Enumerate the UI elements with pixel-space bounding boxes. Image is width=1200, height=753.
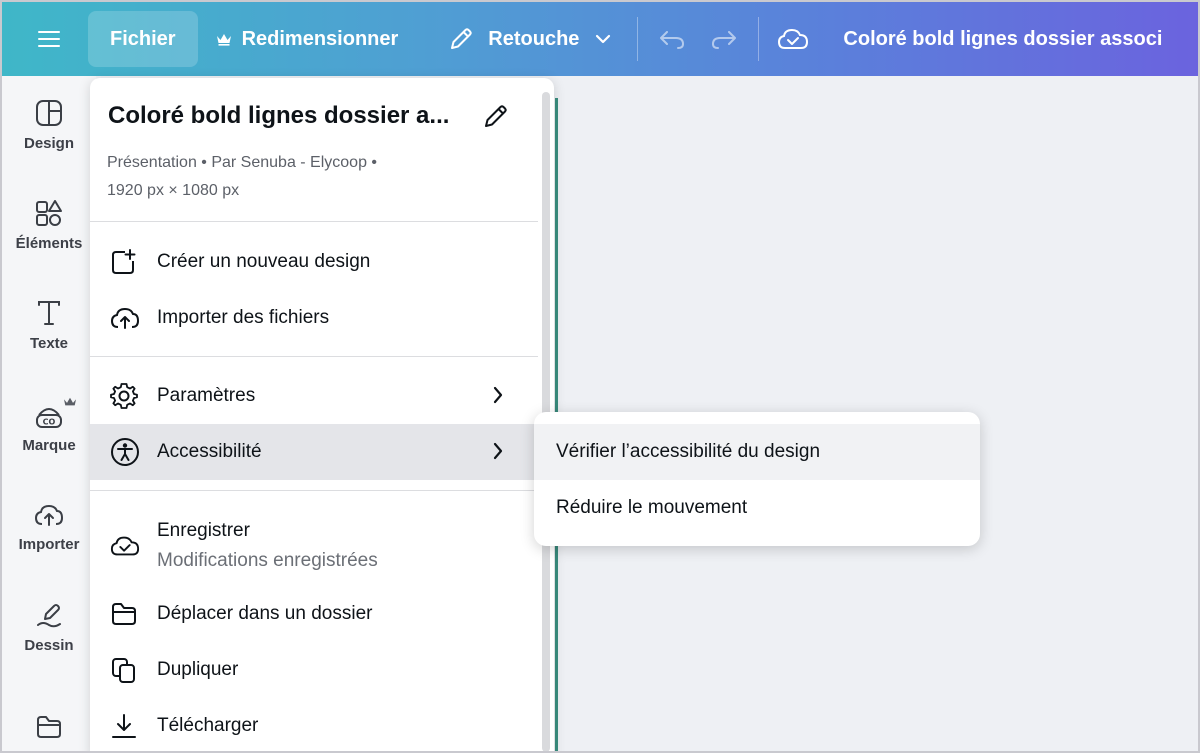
sidebar-item-label: Marque — [22, 436, 76, 454]
menu-item-label: Dupliquer — [157, 659, 239, 680]
menu-item-download[interactable]: Télécharger — [90, 698, 538, 751]
menu-item-duplicate[interactable]: Dupliquer — [90, 642, 538, 698]
file-menu: Coloré bold lignes dossier a... Présenta… — [90, 78, 554, 751]
menu-divider — [90, 490, 538, 491]
resize-label: Redimensionner — [241, 27, 399, 50]
saved-status-button[interactable] — [767, 11, 819, 67]
file-menu-button[interactable]: Fichier — [88, 11, 198, 67]
rename-button[interactable] — [482, 102, 510, 135]
design-meta-type: Présentation • Par Senuba - Elycoop • — [107, 154, 378, 171]
toolbar-divider — [637, 17, 639, 61]
resize-button[interactable]: Redimensionner — [198, 11, 417, 67]
toolbar-divider — [758, 17, 760, 61]
chevron-down-icon — [596, 34, 611, 44]
menu-item-settings[interactable]: Paramètres — [90, 368, 538, 424]
crown-icon — [216, 34, 231, 46]
hamburger-icon — [38, 31, 60, 47]
submenu-item-check-accessibility[interactable]: Vérifier l’accessibilité du design — [534, 424, 980, 480]
design-meta-size: 1920 px × 1080 px — [107, 182, 240, 199]
download-icon — [112, 714, 136, 738]
menu-item-label: Paramètres — [157, 385, 256, 406]
duplicate-icon — [112, 658, 135, 683]
menu-item-new-design[interactable]: Créer un nouveau design — [90, 234, 538, 290]
undo-button[interactable] — [646, 11, 698, 67]
redo-icon — [712, 31, 737, 49]
cloud-check-icon — [778, 28, 809, 49]
save-status-label: Modifications enregistrées — [157, 550, 378, 571]
sidebar-item-label: Dessin — [24, 636, 74, 654]
draw-icon — [37, 603, 61, 627]
top-bar: Fichier Redimensionner Retouche Coloré b… — [2, 2, 1198, 76]
sidebar-item-design[interactable]: Design — [2, 80, 96, 170]
sidebar-item-projects[interactable] — [2, 686, 96, 751]
cloud-check-icon — [110, 536, 140, 556]
sidebar-item-label: Importer — [18, 535, 80, 553]
sidebar-item-label: Design — [23, 134, 74, 152]
sidebar-item-label: Texte — [29, 334, 69, 352]
svg-text:CO: CO — [43, 417, 56, 426]
folder-icon — [37, 716, 61, 738]
sidebar-item-upload[interactable]: Importer — [2, 482, 96, 572]
retouch-button[interactable]: Retouche — [430, 11, 629, 67]
menu-divider — [90, 356, 538, 357]
chevron-right-icon — [493, 386, 503, 404]
design-title[interactable]: Coloré bold lignes dossier associ — [843, 28, 1162, 51]
shapes-icon — [36, 199, 62, 226]
pencil-icon — [485, 105, 507, 127]
brand-icon: CO — [36, 407, 62, 428]
submenu-item-reduce-motion[interactable]: Réduire le mouvement — [534, 480, 980, 536]
undo-icon — [660, 31, 685, 49]
menu-item-label: Créer un nouveau design — [157, 251, 371, 272]
sidebar-item-elements[interactable]: Éléments — [2, 180, 96, 270]
menu-item-accessibility[interactable]: Accessibilité — [90, 424, 538, 480]
sidebar-item-label: Éléments — [15, 234, 83, 252]
crown-icon — [64, 397, 76, 406]
app-window: Fichier Redimensionner Retouche Coloré b… — [2, 2, 1198, 751]
file-menu-label: Fichier — [110, 27, 176, 50]
menu-item-label: Accessibilité — [157, 441, 262, 462]
submenu-item-label: Réduire le mouvement — [556, 497, 748, 518]
save-text-group: Enregistrer Modifications enregistrées — [157, 516, 378, 576]
menu-item-import-files[interactable]: Importer des fichiers — [90, 290, 538, 346]
accessibility-icon — [111, 438, 139, 466]
menu-item-move-to-folder[interactable]: Déplacer dans un dossier — [90, 586, 538, 642]
cloud-upload-icon — [34, 504, 64, 526]
menu-item-label: Déplacer dans un dossier — [157, 603, 373, 624]
left-sidebar: Design Éléments Texte CO Marque Importer… — [2, 76, 96, 751]
sidebar-item-draw[interactable]: Dessin — [2, 582, 96, 672]
menu-item-label: Importer des fichiers — [157, 307, 330, 328]
retouch-label: Retouche — [488, 27, 580, 50]
new-design-icon — [112, 249, 136, 274]
sidebar-item-text[interactable]: Texte — [2, 280, 96, 370]
text-icon — [38, 300, 60, 325]
redo-button[interactable] — [698, 11, 750, 67]
pencil-icon — [451, 28, 472, 49]
menu-item-label: Enregistrer — [157, 520, 250, 541]
menu-divider — [90, 221, 538, 222]
submenu-item-label: Vérifier l’accessibilité du design — [556, 441, 821, 462]
menu-design-title: Coloré bold lignes dossier a... — [108, 102, 450, 129]
layout-icon — [36, 99, 62, 126]
gear-icon — [110, 383, 138, 409]
main-menu-button[interactable] — [2, 2, 96, 76]
chevron-right-icon — [493, 442, 503, 460]
folder-icon — [112, 603, 136, 625]
accessibility-submenu: Vérifier l’accessibilité du design Rédui… — [534, 412, 980, 546]
sidebar-item-brand[interactable]: CO Marque — [2, 382, 96, 472]
menu-item-label: Télécharger — [157, 715, 259, 736]
cloud-upload-icon — [110, 307, 140, 329]
menu-item-save[interactable]: Enregistrer Modifications enregistrées — [90, 510, 538, 582]
